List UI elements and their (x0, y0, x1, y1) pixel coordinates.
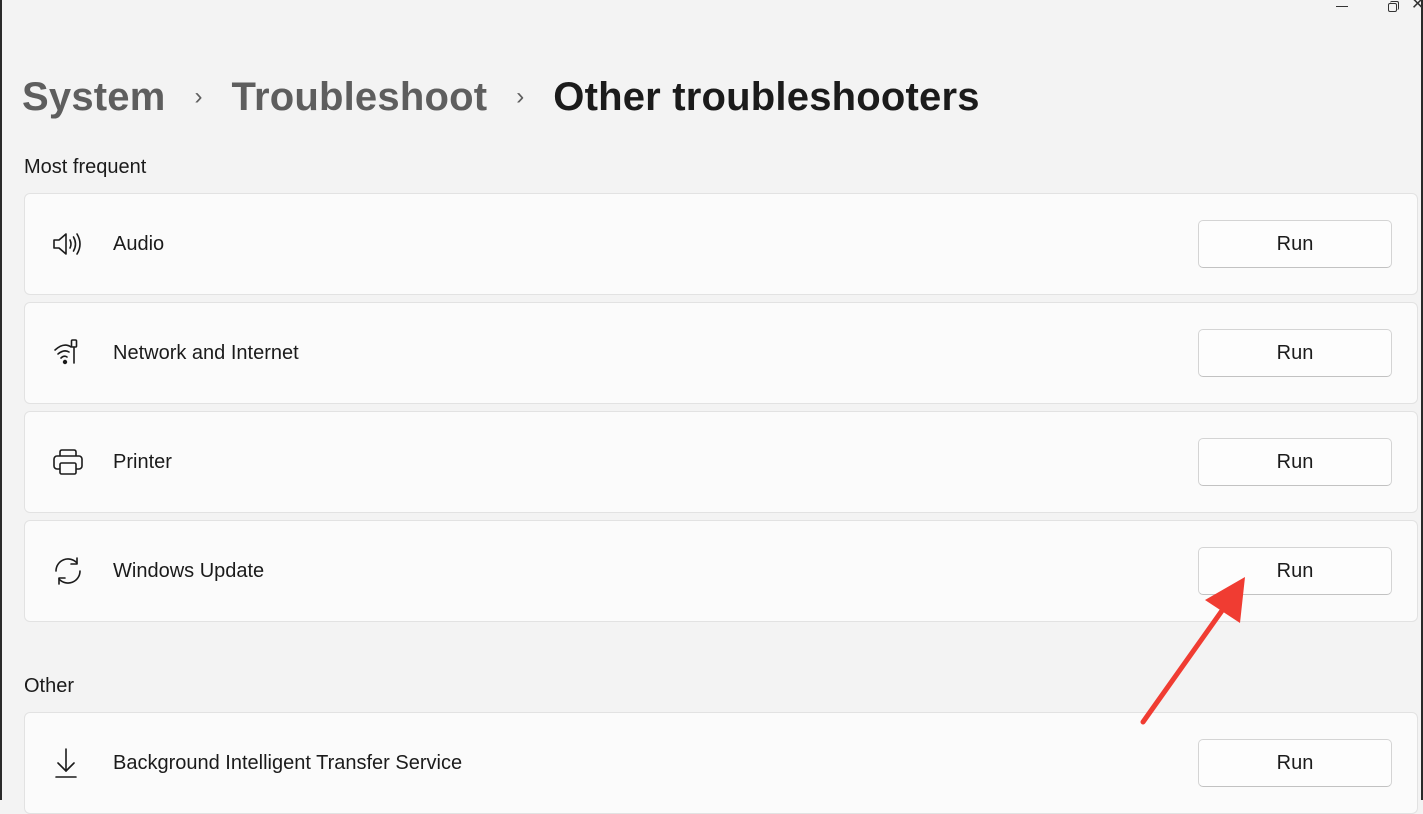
download-icon (51, 746, 85, 780)
troubleshooter-label: Windows Update (113, 559, 265, 582)
troubleshooter-label: Audio (113, 232, 165, 255)
troubleshooter-card-network: Network and Internet Run (24, 302, 1418, 404)
chevron-right-icon: › (516, 83, 525, 110)
troubleshooter-label: Printer (113, 450, 172, 473)
section-title-most-frequent: Most frequent (24, 156, 147, 178)
section-title-other: Other (24, 675, 75, 697)
breadcrumb: System › Troubleshoot › Other troublesho… (22, 72, 980, 122)
chevron-right-icon: › (194, 83, 203, 110)
run-bits-button[interactable]: Run (1198, 739, 1392, 787)
troubleshooter-card-windows-update: Windows Update Run (24, 520, 1418, 622)
window-caption-controls: ✕ (1243, 0, 1423, 16)
network-icon (51, 336, 85, 370)
breadcrumb-item-system[interactable]: System (22, 72, 166, 122)
run-printer-button[interactable]: Run (1198, 438, 1392, 486)
breadcrumb-item-troubleshoot[interactable]: Troubleshoot (232, 72, 488, 122)
printer-icon (51, 445, 85, 479)
troubleshooter-card-audio: Audio Run (24, 193, 1418, 295)
troubleshooter-label: Background Intelligent Transfer Service (113, 751, 463, 774)
restore-icon[interactable] (1386, 0, 1402, 16)
troubleshooter-label: Network and Internet (113, 341, 299, 364)
page-title: Other troubleshooters (553, 75, 980, 119)
run-windows-update-button[interactable]: Run (1198, 547, 1392, 595)
run-audio-button[interactable]: Run (1198, 220, 1392, 268)
speaker-icon (51, 227, 85, 261)
sync-icon (51, 554, 85, 588)
troubleshooter-card-bits: Background Intelligent Transfer Service … (24, 712, 1418, 814)
minimize-icon[interactable] (1336, 0, 1352, 16)
run-network-button[interactable]: Run (1198, 329, 1392, 377)
troubleshooter-card-printer: Printer Run (24, 411, 1418, 513)
close-icon[interactable]: ✕ (1411, 0, 1423, 16)
